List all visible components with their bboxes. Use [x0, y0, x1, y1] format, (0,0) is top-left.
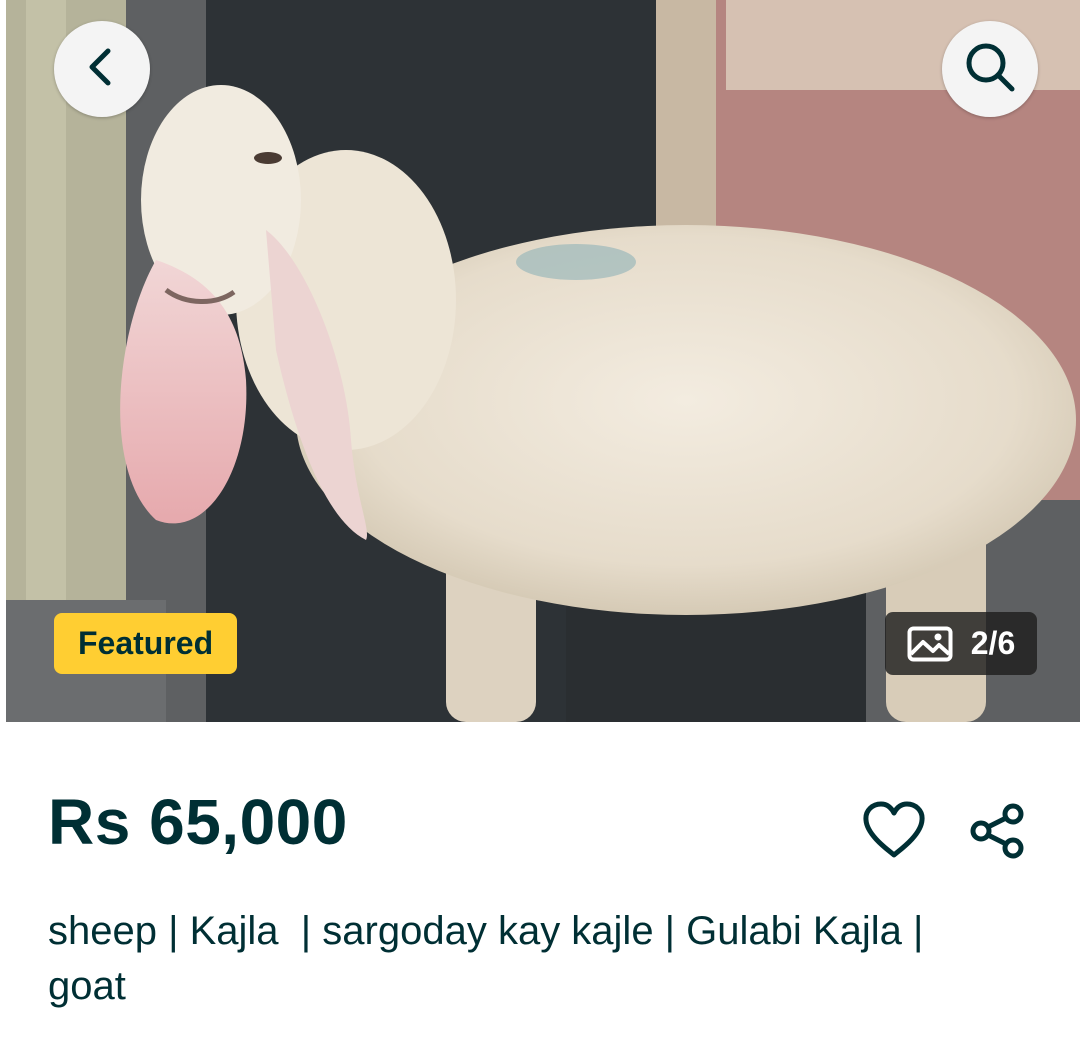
listing-title: sheep | Kajla | sargoday kay kajle | Gul…	[48, 909, 935, 1008]
image-counter-text: 2/6	[970, 625, 1016, 661]
share-button[interactable]	[962, 797, 1034, 869]
listing-photo[interactable]: Featured 2/6	[6, 0, 1080, 722]
featured-badge: Featured	[54, 613, 238, 674]
heart-icon	[861, 800, 927, 865]
search-icon	[961, 38, 1019, 101]
favorite-button[interactable]	[858, 796, 930, 868]
image-icon	[907, 626, 953, 662]
search-button[interactable]	[942, 21, 1038, 117]
chevron-left-icon	[80, 45, 124, 94]
back-button[interactable]	[54, 21, 150, 117]
listing-price: Rs 65,000	[48, 786, 348, 858]
share-icon	[969, 802, 1027, 865]
image-counter[interactable]: 2/6	[885, 612, 1037, 675]
